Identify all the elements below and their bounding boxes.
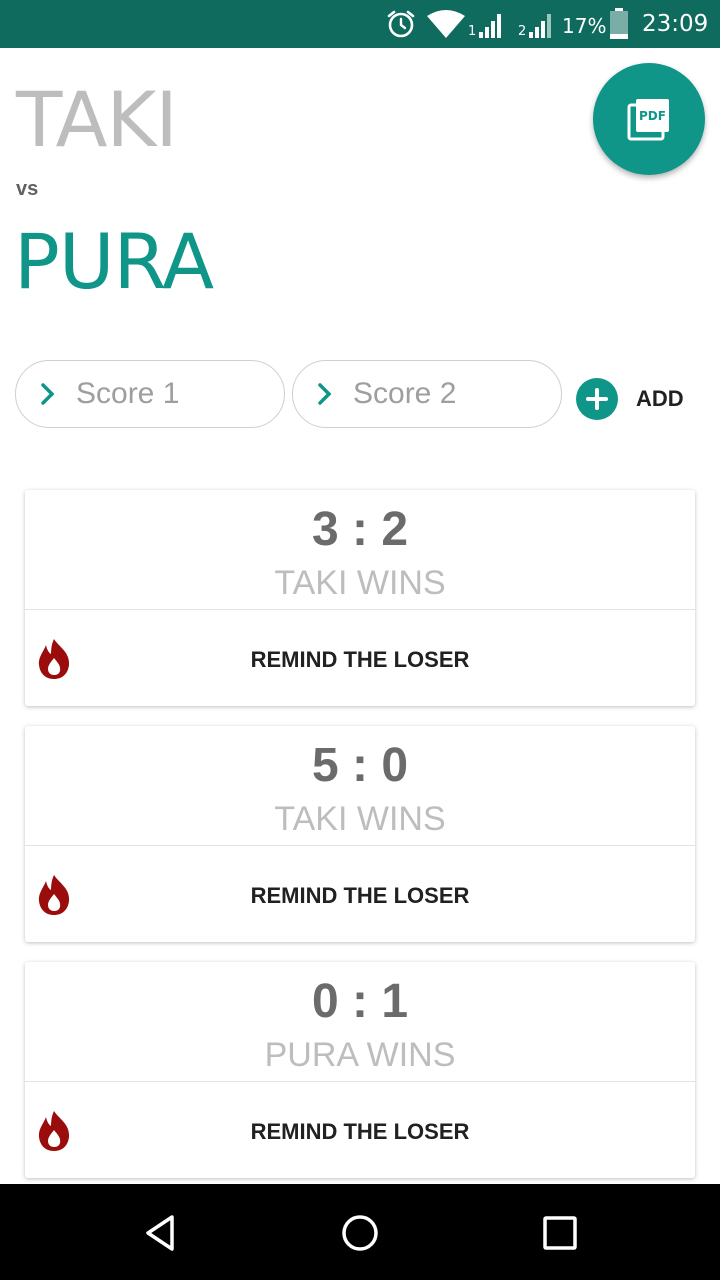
sim1-label: 1 bbox=[468, 24, 477, 39]
signal-sim1-icon bbox=[479, 14, 501, 38]
clock: 23:09 bbox=[642, 11, 709, 37]
home-icon bbox=[342, 1215, 378, 1251]
team1-name: TAKI bbox=[16, 75, 178, 164]
chevron-right-icon bbox=[315, 382, 345, 406]
status-bar: 1 2 17% 23:09 bbox=[0, 0, 720, 48]
remind-loser-button[interactable]: REMIND THE LOSER bbox=[0, 647, 720, 673]
match-card: 3 : 2 TAKI WINS REMIND THE LOSER bbox=[25, 490, 695, 706]
divider bbox=[25, 845, 695, 846]
remind-loser-button[interactable]: REMIND THE LOSER bbox=[0, 883, 720, 909]
divider bbox=[25, 609, 695, 610]
score1-input[interactable] bbox=[74, 376, 278, 412]
match-result: PURA WINS bbox=[264, 1036, 456, 1074]
navigation-bar bbox=[0, 1184, 720, 1280]
add-label: ADD bbox=[636, 386, 684, 411]
alarm-icon bbox=[387, 10, 415, 38]
score2-field[interactable] bbox=[292, 360, 562, 428]
match-score: 3 : 2 bbox=[311, 503, 409, 556]
match-score: 5 : 0 bbox=[311, 739, 409, 792]
chevron-right-icon bbox=[38, 382, 68, 406]
match-result: TAKI WINS bbox=[274, 800, 446, 838]
sim2-label: 2 bbox=[518, 24, 527, 39]
home-button[interactable] bbox=[335, 1208, 385, 1258]
score1-field[interactable] bbox=[15, 360, 285, 428]
match-result: TAKI WINS bbox=[274, 564, 446, 602]
score2-input[interactable] bbox=[351, 376, 555, 412]
vs-label: vs bbox=[16, 178, 39, 200]
plus-icon bbox=[576, 378, 618, 420]
back-icon bbox=[146, 1215, 174, 1251]
recents-button[interactable] bbox=[535, 1208, 585, 1258]
remind-loser-button[interactable]: REMIND THE LOSER bbox=[0, 1119, 720, 1145]
battery-icon bbox=[610, 8, 628, 39]
back-button[interactable] bbox=[135, 1208, 185, 1258]
match-card: 0 : 1 PURA WINS REMIND THE LOSER bbox=[25, 962, 695, 1178]
match-card: 5 : 0 TAKI WINS REMIND THE LOSER bbox=[25, 726, 695, 942]
signal-sim2-icon bbox=[529, 14, 551, 38]
match-score: 0 : 1 bbox=[311, 975, 409, 1028]
pdf-icon: PDF bbox=[627, 99, 669, 141]
wifi-icon bbox=[427, 10, 465, 38]
battery-percent: 17% bbox=[562, 14, 607, 38]
recents-icon bbox=[543, 1216, 577, 1250]
pdf-icon-label: PDF bbox=[639, 109, 666, 123]
team2-name: PURA bbox=[14, 217, 214, 306]
add-match-button[interactable]: ADD bbox=[576, 378, 684, 420]
divider bbox=[25, 1081, 695, 1082]
export-pdf-button[interactable]: PDF bbox=[593, 63, 705, 175]
